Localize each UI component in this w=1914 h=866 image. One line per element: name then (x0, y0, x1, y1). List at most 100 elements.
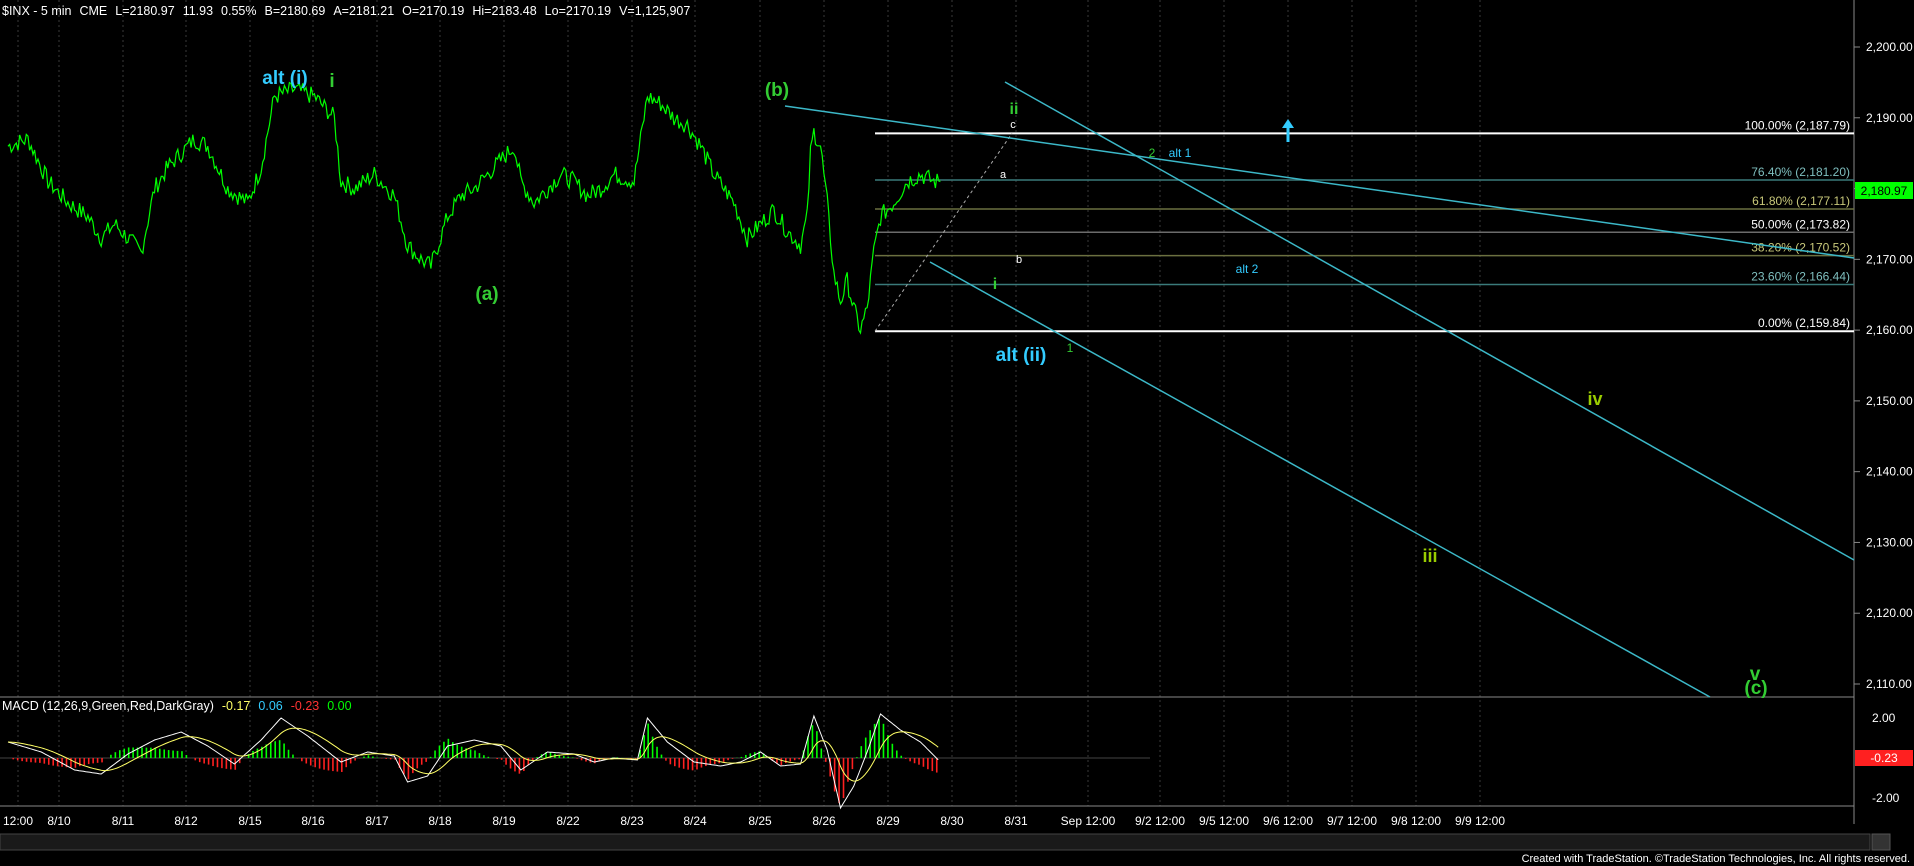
x-tick-label: 8/31 (1004, 814, 1028, 828)
macd-value-2: 0.06 (258, 699, 282, 713)
x-tick-label: 8/30 (940, 814, 964, 828)
open-label: O=2170.19 (402, 4, 464, 18)
macd-histogram-bar (483, 755, 485, 758)
macd-histogram-bar (12, 758, 15, 760)
macd-last-label: -0.23 (1870, 751, 1898, 765)
macd-histogram-bar (882, 723, 885, 758)
y-tick-label: 2,110.00 (1866, 677, 1912, 691)
chart-header: $INX - 5 min CME L=2180.97 11.93 0.55% B=2180… (2, 4, 690, 18)
ask-label: A=2181.21 (333, 4, 394, 18)
macd-histogram-bar (154, 747, 157, 758)
wave-label: i (329, 71, 334, 92)
macd-histogram-bar (922, 758, 925, 767)
x-tick-label: 8/25 (748, 814, 772, 828)
macd-histogram-bar (96, 758, 99, 763)
macd-histogram-bar (851, 758, 854, 770)
macd-histogram-bar (682, 758, 685, 769)
macd-histogram-bar (212, 758, 214, 767)
x-tick-label: 8/29 (876, 814, 900, 828)
macd-histogram-bar (824, 758, 827, 762)
macd-histogram-bar (30, 758, 32, 763)
macd-histogram-bar (372, 756, 374, 758)
macd-histogram-bar (687, 758, 689, 770)
macd-histogram-bar (727, 758, 729, 761)
wave-label: 1 (1067, 341, 1074, 355)
x-tick-label: 9/7 12:00 (1327, 814, 1377, 828)
macd-histogram-bar (820, 748, 823, 758)
scroll-thumb[interactable] (1871, 833, 1891, 851)
fib-label: 50.00% (2,173.82) (1751, 217, 1850, 231)
macd-histogram-bar (25, 758, 28, 762)
macd-histogram-bar (518, 758, 521, 774)
macd-histogram-bar (935, 758, 938, 773)
macd-histogram-bar (793, 758, 796, 761)
macd-histogram-bar (252, 750, 254, 758)
macd-histogram-bar (110, 754, 112, 758)
macd-value-4: 0.00 (327, 699, 351, 713)
y-tick-label: 2,120.00 (1866, 606, 1913, 620)
macd-histogram-bar (660, 754, 663, 758)
high-label: Hi=2183.48 (472, 4, 536, 18)
change-pct-label: 0.55% (221, 4, 256, 18)
macd-histogram-bar (305, 758, 308, 764)
macd-histogram-bar (536, 756, 538, 758)
macd-histogram-bar (167, 750, 170, 758)
x-tick-label: 9/5 12:00 (1199, 814, 1249, 828)
wave-label: (c) (1744, 678, 1767, 699)
wave-label: alt (i) (262, 68, 307, 89)
macd-histogram-bar (842, 758, 845, 799)
macd-histogram-bar (83, 758, 86, 766)
wave-label: iv (1587, 389, 1602, 409)
macd-histogram-bar (567, 756, 570, 758)
macd-histogram-bar (39, 758, 41, 763)
macd-histogram-bar (314, 758, 316, 768)
macd-histogram-bar (56, 758, 59, 767)
macd-histogram-bar (230, 758, 232, 770)
y-tick-label: 2,130.00 (1866, 535, 1913, 549)
macd-histogram-bar (438, 745, 441, 758)
macd-histogram-bar (678, 758, 681, 768)
fib-label: 23.60% (2,166.44) (1751, 270, 1850, 284)
y-tick-label: 2,200.00 (1866, 40, 1913, 54)
wave-label: i (993, 276, 997, 293)
y-tick-label: 2,160.00 (1866, 323, 1913, 337)
macd-histogram-bar (509, 758, 512, 769)
macd-histogram-bar (176, 750, 179, 758)
wave-label: alt (ii) (996, 345, 1047, 366)
macd-histogram-bar (79, 758, 81, 767)
macd-histogram-bar (283, 743, 285, 758)
macd-histogram-bar (674, 758, 676, 767)
macd-histogram-bar (150, 747, 152, 758)
macd-histogram-bar (225, 758, 228, 769)
exchange-label: CME (79, 4, 107, 18)
x-tick-label: 8/22 (556, 814, 580, 828)
x-tick-label: Sep 12:00 (1061, 814, 1116, 828)
macd-histogram-bar (904, 758, 907, 759)
macd-histogram-bar (269, 742, 272, 758)
macd-histogram-bar (669, 758, 672, 765)
macd-histogram-bar (87, 758, 90, 765)
x-tick-label: 8/16 (301, 814, 325, 828)
fib-label: 38.20% (2,170.52) (1751, 241, 1850, 255)
bid-label: B=2180.69 (265, 4, 326, 18)
last-price-label: 2,180.97 (1861, 184, 1908, 198)
macd-histogram-bar (287, 749, 290, 758)
macd-histogram-bar (789, 758, 792, 762)
macd-histogram-bar (385, 758, 387, 759)
macd-histogram-bar (412, 758, 414, 774)
x-tick-label: 9/2 12:00 (1135, 814, 1185, 828)
macd-histogram-bar (705, 758, 707, 767)
macd-histogram-bar (278, 740, 281, 758)
macd-tick-label: -2.00 (1872, 791, 1900, 805)
macd-histogram-bar (425, 758, 427, 762)
macd-histogram-bar (896, 750, 898, 758)
x-tick-label: 8/24 (683, 814, 707, 828)
x-tick-label: 9/6 12:00 (1263, 814, 1313, 828)
horizontal-scrollbar[interactable] (0, 833, 1871, 851)
macd-histogram-bar (713, 758, 716, 764)
macd-histogram-bar (292, 754, 294, 758)
macd-histogram-bar (181, 751, 183, 758)
x-tick-label: 8/10 (47, 814, 71, 828)
y-tick-label: 2,170.00 (1866, 252, 1913, 266)
macd-histogram-bar (731, 758, 734, 759)
